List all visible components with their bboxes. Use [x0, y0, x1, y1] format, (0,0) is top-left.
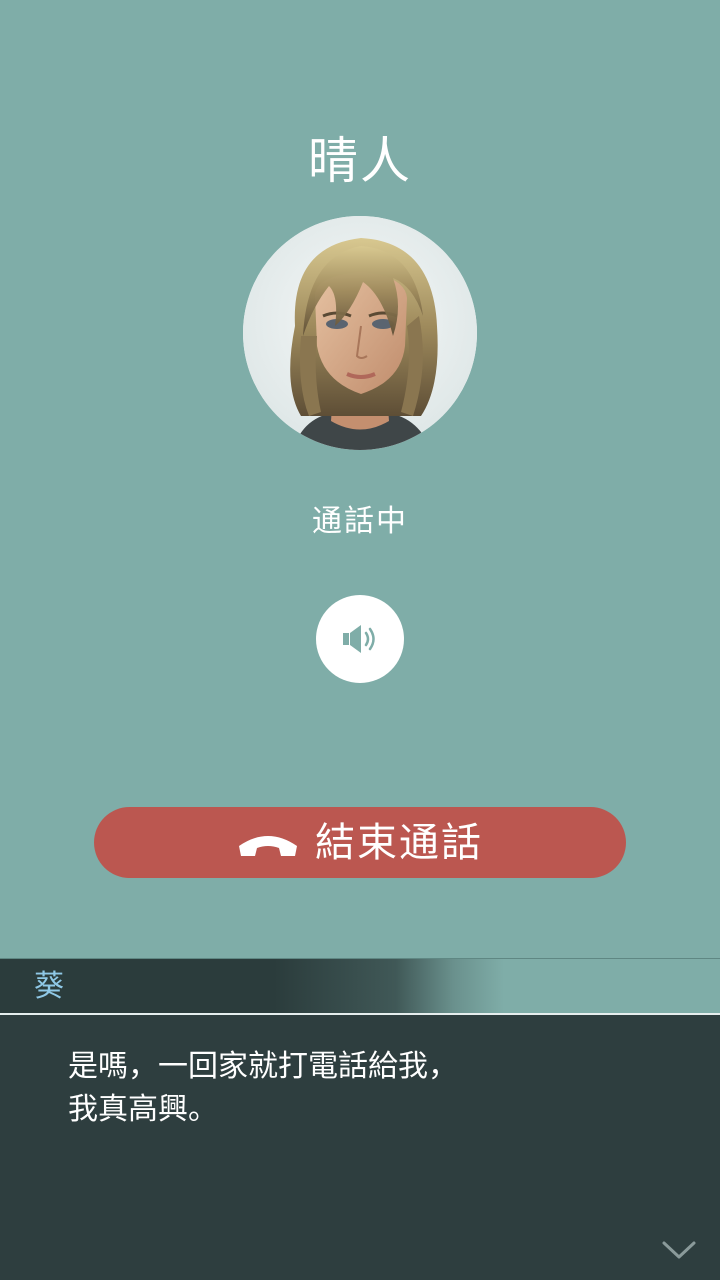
phone-hangup-icon [237, 832, 299, 858]
chevron-down-icon[interactable] [661, 1239, 697, 1265]
speaker-name-bar: 葵 [0, 958, 720, 1014]
caller-avatar [243, 216, 477, 450]
end-call-label: 結束通話 [315, 819, 483, 866]
dialogue-line: 我真高興。 [68, 1092, 218, 1127]
caller-name: 晴人 [308, 132, 412, 190]
speaker-icon [343, 625, 375, 653]
speaker-name: 葵 [34, 969, 64, 1004]
phone-call-screen: 晴人 通話中 結束通話 葵 是嗎，一回家就打電話給我， 我真高興。 [0, 0, 720, 1280]
dialogue-box[interactable]: 是嗎，一回家就打電話給我， 我真高興。 [0, 1013, 720, 1280]
dialogue-line: 是嗎，一回家就打電話給我， [68, 1049, 458, 1084]
speaker-button[interactable] [316, 595, 404, 683]
call-status: 通話中 [312, 504, 408, 539]
end-call-button[interactable]: 結束通話 [94, 807, 626, 878]
caller-portrait-image [243, 216, 477, 450]
